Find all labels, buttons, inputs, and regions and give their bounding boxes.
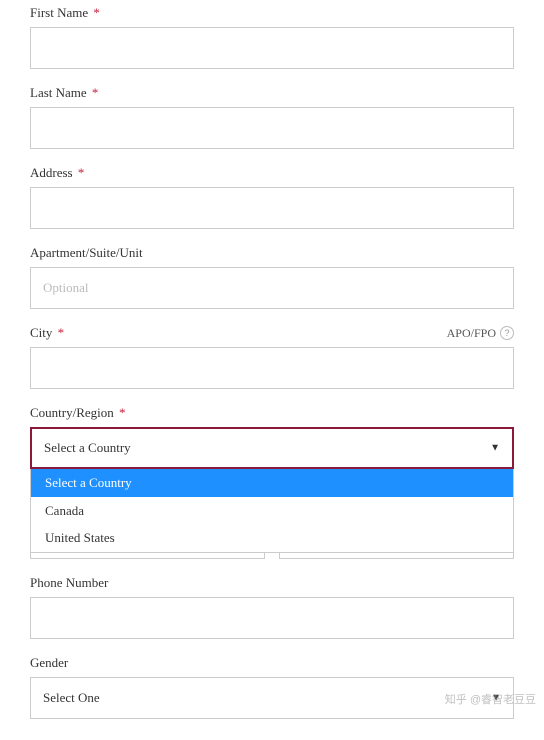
- last-name-input[interactable]: [30, 107, 514, 149]
- apo-fpo-link[interactable]: APO/FPO ?: [447, 326, 514, 341]
- apartment-input[interactable]: [30, 267, 514, 309]
- chevron-down-icon: ▼: [490, 443, 500, 454]
- required-mark: *: [92, 85, 99, 100]
- country-selected-value: Select a Country: [44, 440, 131, 456]
- apartment-label: Apartment/Suite/Unit: [30, 245, 143, 261]
- address-label: Address *: [30, 165, 84, 181]
- address-group: Address *: [30, 165, 514, 229]
- chevron-down-icon: ▼: [491, 693, 501, 704]
- address-input[interactable]: [30, 187, 514, 229]
- required-mark: *: [78, 165, 85, 180]
- last-name-group: Last Name *: [30, 85, 514, 149]
- country-option[interactable]: Canada: [31, 497, 513, 525]
- first-name-group: First Name *: [30, 5, 514, 69]
- gender-selected-value: Select One: [43, 690, 100, 706]
- country-option[interactable]: Select a Country: [31, 469, 513, 497]
- city-label: City *: [30, 325, 64, 341]
- city-group: City * APO/FPO ?: [30, 325, 514, 389]
- help-icon: ?: [500, 326, 514, 340]
- first-name-input[interactable]: [30, 27, 514, 69]
- phone-input[interactable]: [30, 597, 514, 639]
- first-name-label: First Name *: [30, 5, 100, 21]
- gender-select[interactable]: Select One ▼: [30, 677, 514, 719]
- phone-group: Phone Number: [30, 575, 514, 639]
- apartment-group: Apartment/Suite/Unit: [30, 245, 514, 309]
- required-mark: *: [119, 405, 126, 420]
- country-group: Country/Region * Select a Country ▼ Sele…: [30, 405, 514, 469]
- last-name-label: Last Name *: [30, 85, 98, 101]
- country-select[interactable]: Select a Country ▼: [30, 427, 514, 469]
- country-option[interactable]: United States: [31, 524, 513, 552]
- gender-label: Gender: [30, 655, 68, 671]
- gender-group: Gender Select One ▼: [30, 655, 514, 719]
- required-mark: *: [58, 325, 65, 340]
- country-label: Country/Region *: [30, 405, 126, 421]
- required-mark: *: [93, 5, 100, 20]
- country-dropdown: Select a Country Canada United States: [30, 469, 514, 553]
- city-input[interactable]: [30, 347, 514, 389]
- phone-label: Phone Number: [30, 575, 108, 591]
